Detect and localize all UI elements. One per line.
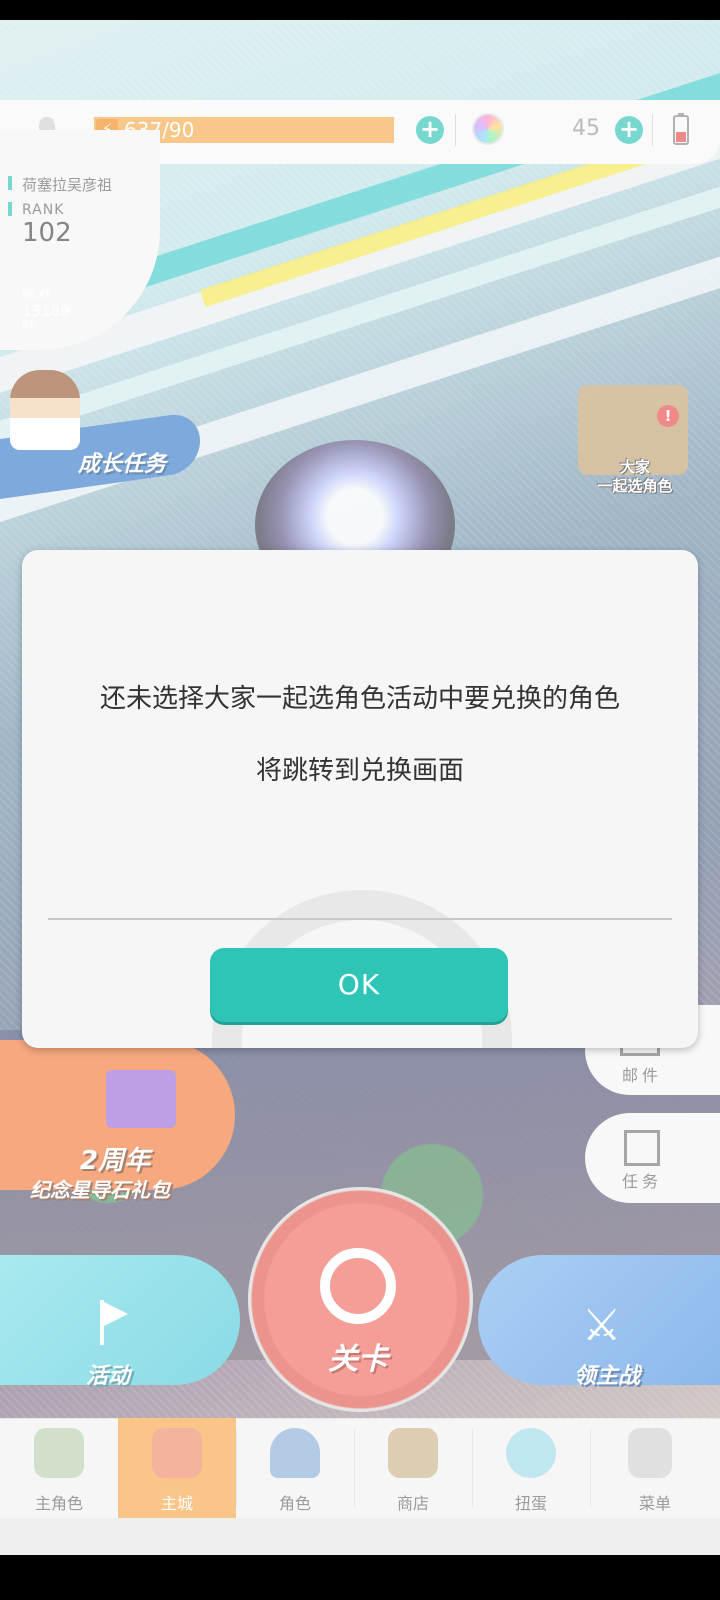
ok-button[interactable]: OK bbox=[210, 948, 508, 1022]
dialog-message-line2: 将跳转到兑换画面 bbox=[255, 756, 464, 786]
dialog-message-line1: 还未选择大家一起选角色活动中要兑换的角色 bbox=[99, 684, 620, 714]
status-bar bbox=[0, 0, 720, 20]
confirm-dialog: 还未选择大家一起选角色活动中要兑换的角色 将跳转到兑换画面 OK bbox=[22, 550, 698, 1048]
game-screen: ⚡ 637/90 + 45 + 荷塞拉吴彦祖 RANK 102 NEXT 131… bbox=[0, 0, 720, 1600]
dialog-divider bbox=[48, 918, 672, 920]
navigation-bar bbox=[0, 1555, 720, 1600]
